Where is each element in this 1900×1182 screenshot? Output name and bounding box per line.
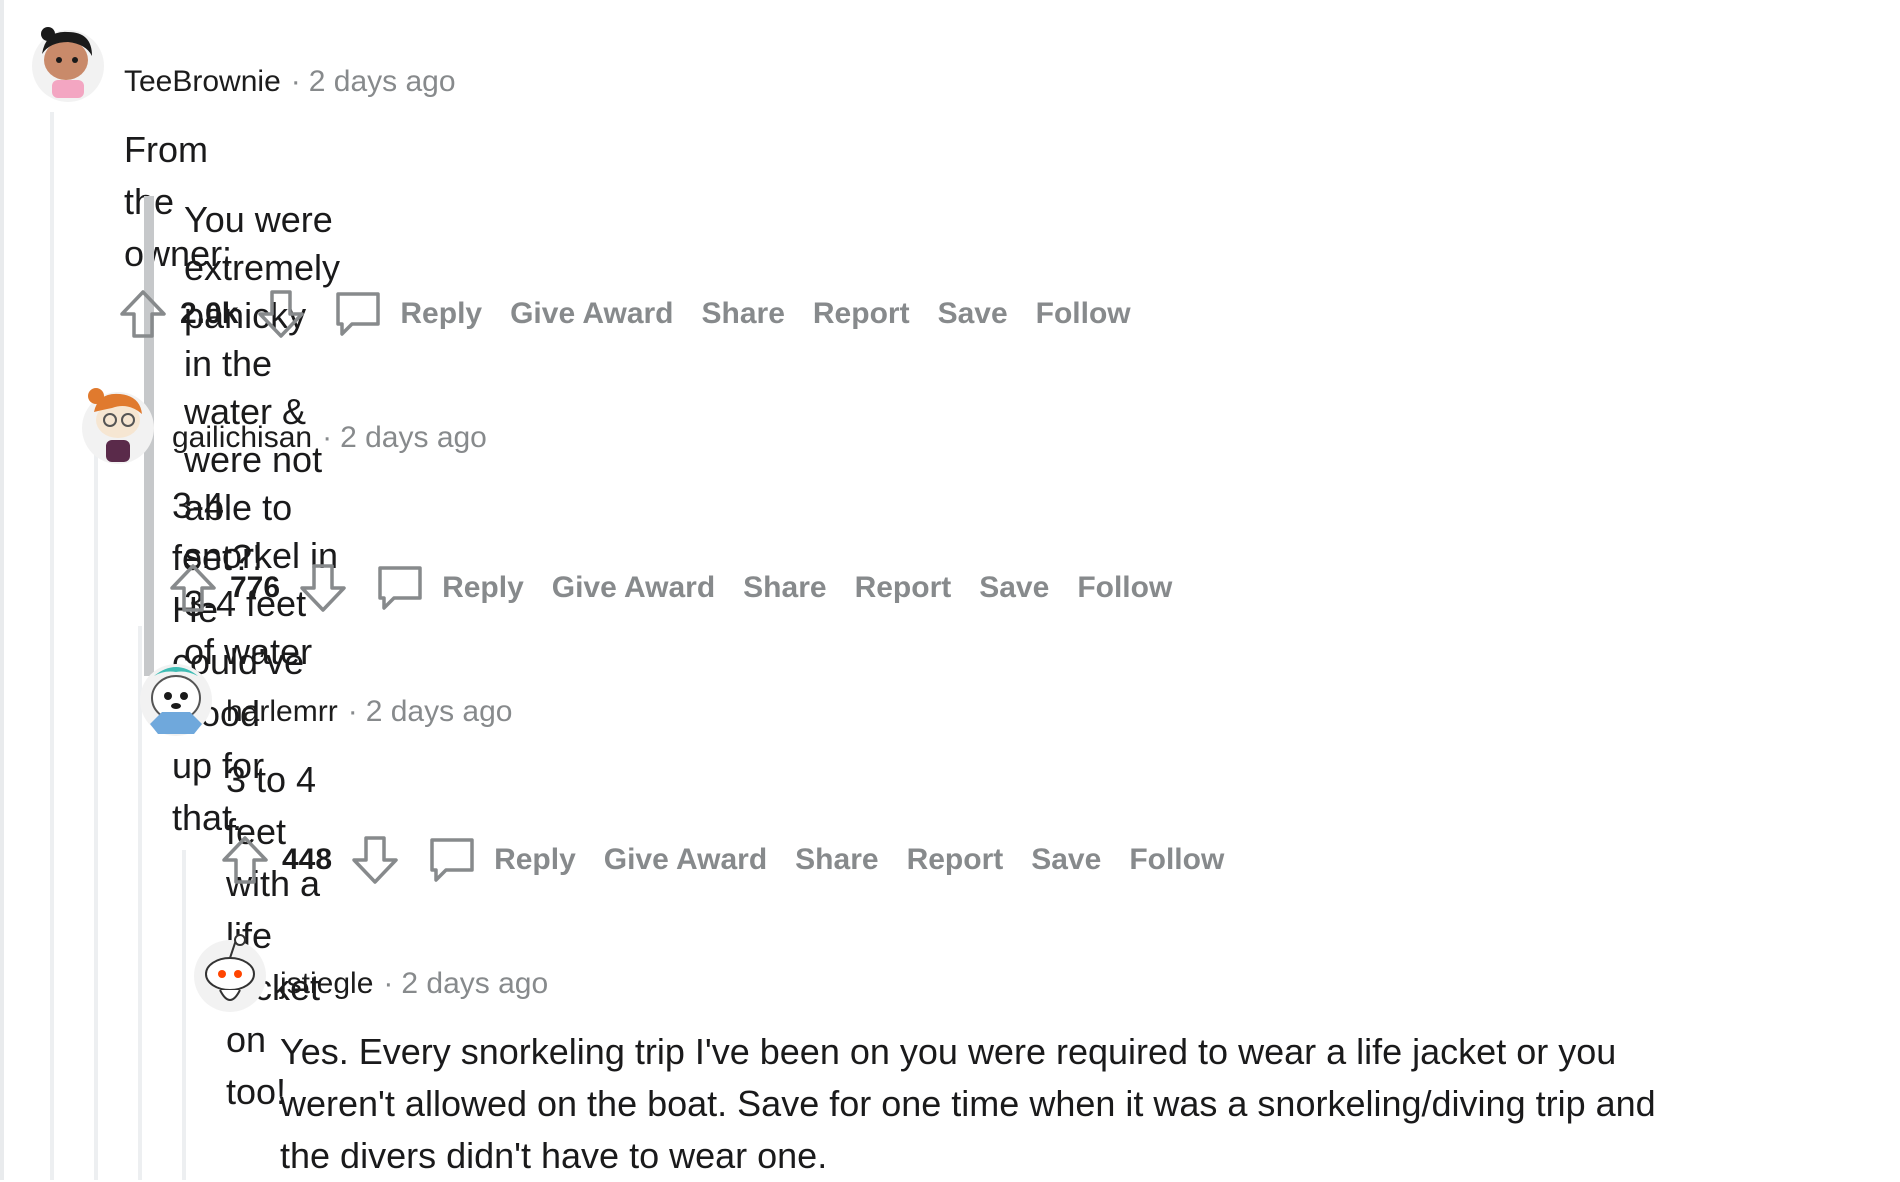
- follow-button[interactable]: Follow: [1036, 297, 1131, 331]
- comment-actions: 2.0k Reply Give Award Share Report Save …: [118, 288, 1131, 340]
- snoo-avatar-icon: [82, 388, 154, 464]
- follow-button[interactable]: Follow: [1077, 571, 1172, 605]
- comment-bubble-icon[interactable]: [374, 562, 426, 614]
- give-award-button[interactable]: Give Award: [510, 297, 673, 331]
- comment-body-line: the divers didn't have to wear one.: [280, 1135, 828, 1176]
- thread-line-2[interactable]: [94, 400, 98, 1180]
- username[interactable]: gailichisan: [172, 421, 312, 454]
- avatar[interactable]: [26, 20, 110, 104]
- timestamp[interactable]: 2 days ago: [401, 967, 548, 1000]
- avatar[interactable]: [134, 654, 218, 738]
- comment-body-line: Yes. Every snorkeling trip I've been on …: [280, 1031, 1617, 1072]
- follow-button[interactable]: Follow: [1129, 843, 1224, 877]
- vote-count: 776: [230, 571, 281, 604]
- report-button[interactable]: Report: [855, 571, 952, 605]
- vote-count: 448: [282, 843, 333, 876]
- username[interactable]: TeeBrownie: [124, 65, 281, 98]
- give-award-button[interactable]: Give Award: [552, 571, 715, 605]
- thread-line-1[interactable]: [50, 112, 54, 1180]
- comment-body: Yes. Every snorkeling trip I've been on …: [280, 1026, 1860, 1182]
- snoo-avatar-icon: [194, 934, 266, 1012]
- snoo-avatar-icon: [140, 664, 212, 736]
- share-button[interactable]: Share: [743, 571, 826, 605]
- comment-bubble-icon[interactable]: [332, 288, 384, 340]
- meta-separator: ·: [347, 695, 358, 728]
- comment-actions: 448 Reply Give Award Share Report Save F…: [220, 834, 1224, 886]
- downvote-arrow-icon[interactable]: [350, 834, 400, 886]
- share-button[interactable]: Share: [702, 297, 785, 331]
- give-award-button[interactable]: Give Award: [604, 843, 767, 877]
- reply-button[interactable]: Reply: [442, 571, 524, 605]
- avatar[interactable]: [188, 930, 272, 1014]
- timestamp[interactable]: 2 days ago: [366, 695, 513, 728]
- comment-meta: harlemrr · 2 days ago: [226, 694, 512, 730]
- vote-count: 2.0k: [180, 297, 239, 330]
- share-button[interactable]: Share: [795, 843, 878, 877]
- comment-meta: gailichisan · 2 days ago: [172, 420, 487, 456]
- report-button[interactable]: Report: [813, 297, 910, 331]
- comment-meta: TeeBrownie · 2 days ago: [124, 64, 456, 100]
- save-button[interactable]: Save: [1031, 843, 1101, 877]
- upvote-arrow-icon[interactable]: [168, 562, 218, 614]
- upvote-arrow-icon[interactable]: [118, 288, 168, 340]
- upvote-arrow-icon[interactable]: [220, 834, 270, 886]
- comment-bubble-icon[interactable]: [426, 834, 478, 886]
- reply-button[interactable]: Reply: [400, 297, 482, 331]
- username[interactable]: harlemrr: [226, 695, 338, 728]
- meta-separator: ·: [383, 967, 394, 1000]
- report-button[interactable]: Report: [907, 843, 1004, 877]
- page-left-edge: [0, 0, 4, 1180]
- snoo-avatar-icon: [32, 27, 104, 102]
- thread-line-4[interactable]: [182, 850, 186, 1180]
- comment-actions: 776 Reply Give Award Share Report Save F…: [168, 562, 1172, 614]
- timestamp[interactable]: 2 days ago: [309, 65, 456, 98]
- meta-separator: ·: [322, 421, 333, 454]
- reply-button[interactable]: Reply: [494, 843, 576, 877]
- comment-meta: jstiegle · 2 days ago: [280, 966, 548, 1002]
- username[interactable]: jstiegle: [280, 967, 373, 1000]
- timestamp[interactable]: 2 days ago: [340, 421, 487, 454]
- save-button[interactable]: Save: [979, 571, 1049, 605]
- downvote-arrow-icon[interactable]: [256, 288, 306, 340]
- downvote-arrow-icon[interactable]: [298, 562, 348, 614]
- comment-body-line: weren't allowed on the boat. Save for on…: [280, 1083, 1656, 1124]
- save-button[interactable]: Save: [938, 297, 1008, 331]
- meta-separator: ·: [290, 65, 301, 98]
- avatar[interactable]: [76, 382, 160, 466]
